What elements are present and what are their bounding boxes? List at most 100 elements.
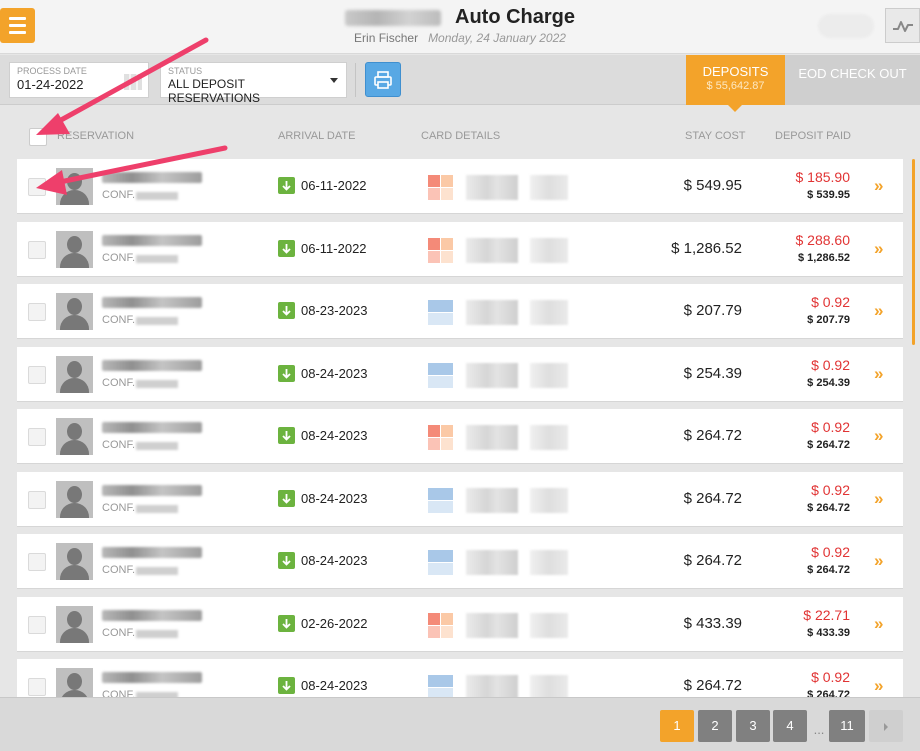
activity-button[interactable] <box>885 8 920 43</box>
deposit-paid-amount: $ 22.71 <box>803 606 850 623</box>
row-checkbox[interactable] <box>28 365 46 384</box>
status-select[interactable]: STATUS ALL DEPOSIT RESERVATIONS <box>160 62 347 105</box>
redacted-conf-number <box>136 629 178 638</box>
double-chevron-right-icon[interactable]: » <box>874 301 883 321</box>
avatar <box>56 543 93 580</box>
reservation-row[interactable]: CONF. 02-26-2022 $ 433.39 $ 22.71 $ 433.39 » <box>17 596 903 652</box>
double-chevron-right-icon[interactable]: » <box>874 551 883 571</box>
arrow-down-icon <box>278 427 295 444</box>
double-chevron-right-icon[interactable]: » <box>874 176 883 196</box>
filter-toolbar: PROCESS DATE 01-24-2022 STATUS ALL DEPOS… <box>0 55 920 112</box>
row-checkbox[interactable] <box>28 678 46 696</box>
deposit-paid-amount: $ 0.92 <box>811 294 850 310</box>
row-checkbox[interactable] <box>28 178 46 196</box>
double-chevron-right-icon[interactable]: » <box>874 614 883 634</box>
avatar <box>56 293 93 330</box>
redacted-property-name <box>345 9 441 26</box>
avatar <box>56 168 93 205</box>
tab-eod-check-out[interactable]: EOD CHECK OUT <box>785 55 920 105</box>
redacted-guest-name <box>102 484 202 496</box>
page-button-2[interactable]: 2 <box>698 710 732 742</box>
avatar <box>56 355 93 393</box>
page-button-3[interactable]: 3 <box>736 710 770 742</box>
user-name: Erin Fischer <box>354 31 419 45</box>
process-date-value: 01-24-2022 <box>17 77 84 92</box>
reservation-row[interactable]: CONF. 08-24-2023 $ 254.39 $ 0.92 $ 254.39 » <box>17 346 903 402</box>
redacted-card-number <box>466 612 518 638</box>
redacted-conf-number <box>136 567 178 575</box>
redacted-guest-name <box>102 297 202 308</box>
row-checkbox[interactable] <box>28 240 46 259</box>
reservation-row[interactable]: CONF. 06-11-2022 $ 1,286.52 $ 288.60 $ 1,286… <box>17 221 903 277</box>
pagination-ellipsis: ... <box>813 722 825 737</box>
redacted-card-number <box>466 175 518 200</box>
arrival-date: 02-26-2022 <box>301 615 368 631</box>
conf-label: CONF. <box>102 251 135 264</box>
reservation-row[interactable]: CONF. 08-24-2023 $ 264.72 $ 0.92 $ 264.72 » <box>17 659 903 697</box>
reservation-row[interactable]: CONF. 08-24-2023 $ 264.72 $ 0.92 $ 264.72 » <box>17 534 903 589</box>
page-button-last[interactable]: 11 <box>829 710 865 742</box>
row-checkbox[interactable] <box>28 428 46 446</box>
conf-label: CONF. <box>102 376 135 389</box>
print-button[interactable] <box>365 62 401 97</box>
next-page-button[interactable] <box>869 710 903 742</box>
stay-cost: $ 264.72 <box>683 677 742 694</box>
double-chevron-right-icon[interactable]: » <box>874 239 883 259</box>
stay-cost: $ 264.72 <box>683 427 742 444</box>
arrow-down-icon <box>278 614 295 632</box>
page-button-1[interactable]: 1 <box>660 710 694 742</box>
arrival-date: 08-23-2023 <box>301 303 368 318</box>
stay-cost: $ 254.39 <box>683 364 742 382</box>
card-brand-icon <box>428 675 453 697</box>
scrollbar-thumb[interactable] <box>912 159 915 345</box>
select-all-checkbox[interactable] <box>29 128 47 146</box>
deposit-total-amount: $ 207.79 <box>807 314 850 326</box>
app-header: Auto Charge Erin Fischer Monday, 24 Janua… <box>0 0 920 54</box>
page-button-4[interactable]: 4 <box>773 710 807 742</box>
column-header-deposit-paid[interactable]: DEPOSIT PAID <box>775 130 851 142</box>
avatar <box>56 418 93 455</box>
redacted-card-expiry <box>530 237 568 263</box>
redacted-card-number <box>466 362 518 388</box>
reservation-row[interactable]: CONF. 08-24-2023 $ 264.72 $ 0.92 $ 264.72 » <box>17 471 903 527</box>
tab-deposits[interactable]: DEPOSITS $ 55,642.87 <box>686 55 785 112</box>
row-checkbox[interactable] <box>28 615 46 634</box>
redacted-card-number <box>466 550 518 575</box>
avatar <box>56 230 93 268</box>
redacted-conf-number <box>136 504 178 513</box>
conf-label: CONF. <box>102 501 135 514</box>
double-chevron-right-icon[interactable]: » <box>874 489 883 509</box>
redacted-card-expiry <box>530 550 568 575</box>
status-value: ALL DEPOSIT RESERVATIONS <box>168 77 261 105</box>
deposit-total-amount: $ 264.72 <box>807 439 850 451</box>
conf-label: CONF. <box>102 564 135 576</box>
row-checkbox[interactable] <box>28 490 46 509</box>
deposit-paid-amount: $ 0.92 <box>811 669 850 685</box>
arrival-date: 08-24-2023 <box>301 428 368 443</box>
double-chevron-right-icon[interactable]: » <box>874 676 883 696</box>
reservation-row[interactable]: CONF. 08-24-2023 $ 264.72 $ 0.92 $ 264.72 » <box>17 409 903 464</box>
reservation-row[interactable]: CONF. 06-11-2022 $ 549.95 $ 185.90 $ 539.95 » <box>17 159 903 214</box>
card-brand-icon <box>428 237 453 263</box>
arrow-down-icon <box>278 489 295 507</box>
tab-deposits-label: DEPOSITS <box>702 64 769 79</box>
process-date-label: PROCESS DATE <box>17 66 87 76</box>
redacted-card-expiry <box>530 175 568 200</box>
stay-cost: $ 1,286.52 <box>671 239 742 257</box>
deposit-total-amount: $ 539.95 <box>807 189 850 201</box>
row-checkbox[interactable] <box>28 303 46 321</box>
double-chevron-right-icon[interactable]: » <box>874 364 883 384</box>
redacted-conf-number <box>136 254 178 263</box>
double-chevron-right-icon[interactable]: » <box>874 426 883 446</box>
card-brand-icon <box>428 300 453 325</box>
column-header-stay-cost[interactable]: STAY COST <box>685 130 746 142</box>
column-header-arrival-date[interactable]: ARRIVAL DATE <box>278 130 355 142</box>
conf-label: CONF. <box>102 626 135 639</box>
process-date-field[interactable]: PROCESS DATE 01-24-2022 <box>9 62 149 98</box>
column-header-reservation[interactable]: RESERVATION <box>57 130 134 142</box>
reservation-row[interactable]: CONF. 08-23-2023 $ 207.79 $ 0.92 $ 207.79 » <box>17 284 903 339</box>
redacted-conf-number <box>136 192 178 200</box>
card-brand-icon <box>428 612 453 638</box>
row-checkbox[interactable] <box>28 553 46 571</box>
redacted-guest-name <box>102 422 202 433</box>
